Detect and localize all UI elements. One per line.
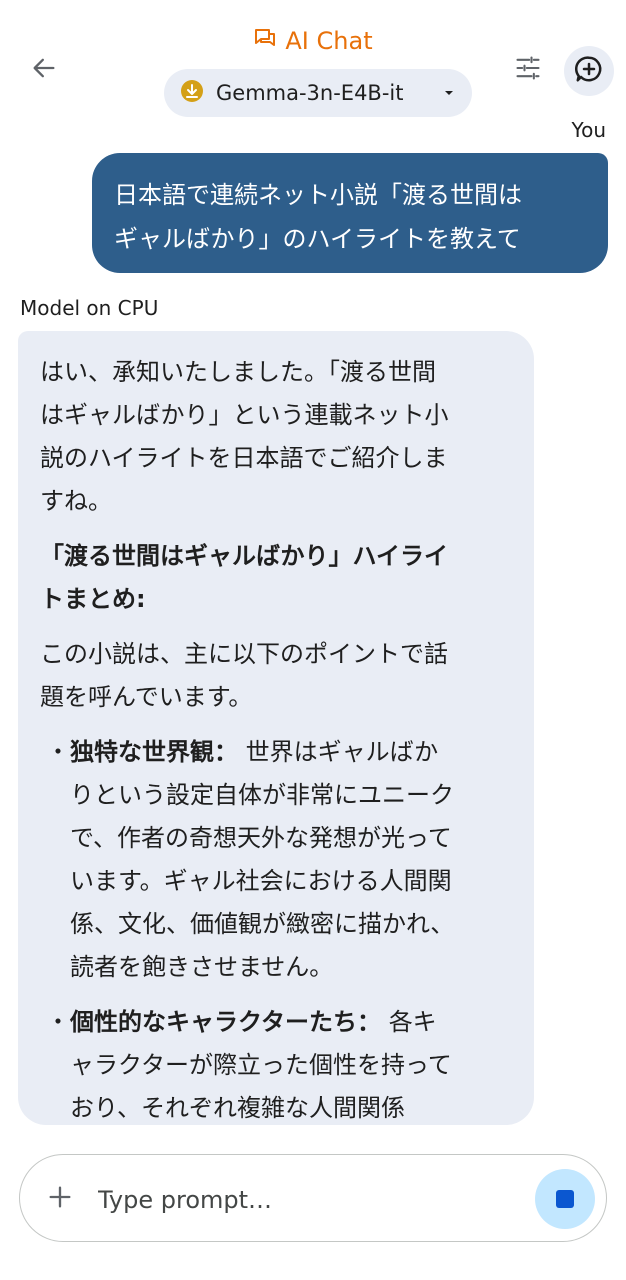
model-intro-paragraph: はい、承知いたしました。「渡る世間 はギャルばかり」という連載ネット小 説のハイ…: [40, 358, 449, 515]
list-item: ・ 独特な世界観： 世界はギャルばか りという設定自体が非常にユニーク で、作者…: [46, 738, 455, 981]
app-title: AI Chat: [285, 27, 373, 55]
model-sender-label: Model on CPU: [20, 296, 159, 320]
plus-icon: [46, 1183, 74, 1215]
add-attachment-button[interactable]: [44, 1183, 76, 1215]
back-button[interactable]: [26, 52, 62, 88]
new-chat-button[interactable]: [564, 46, 614, 96]
stop-icon: [556, 1190, 574, 1208]
tune-button[interactable]: [510, 52, 546, 88]
stop-generation-button[interactable]: [535, 1169, 595, 1229]
model-heading: 「渡る世間はギャルばかり」ハイライ トまとめ:: [40, 542, 448, 613]
prompt-input[interactable]: [96, 1176, 520, 1224]
highlight-list: ・ 独特な世界観： 世界はギャルばか りという設定自体が非常にユニーク で、作者…: [40, 731, 510, 1125]
list-item: ・ 個性的なキャラクターたち： 各キ ャラクターが際立った個性を持って おり、そ…: [46, 1008, 452, 1122]
model-message-bubble: はい、承知いたしました。「渡る世間 はギャルばかり」という連載ネット小 説のハイ…: [18, 331, 534, 1125]
model-selector[interactable]: Gemma-3n-E4B-it: [164, 69, 472, 117]
download-icon: [180, 79, 204, 108]
tune-sliders-icon: [514, 54, 542, 86]
arrow-back-icon: [30, 54, 58, 86]
dropdown-arrow-icon: [442, 81, 456, 105]
user-message-line: 日本語で連続ネット小説「渡る世間は: [114, 181, 522, 209]
model-summary-paragraph: この小説は、主に以下のポイントで話 題を呼んでいます。: [40, 640, 448, 711]
user-message-line: ギャルばかり」のハイライトを教えて: [114, 225, 521, 253]
model-name: Gemma-3n-E4B-it: [216, 81, 404, 105]
add-comment-icon: [574, 54, 604, 88]
user-sender-label: You: [571, 118, 606, 142]
chat-bubbles-icon: [253, 26, 277, 56]
user-message-bubble: 日本語で連続ネット小説「渡る世間は ギャルばかり」のハイライトを教えて: [92, 153, 608, 273]
